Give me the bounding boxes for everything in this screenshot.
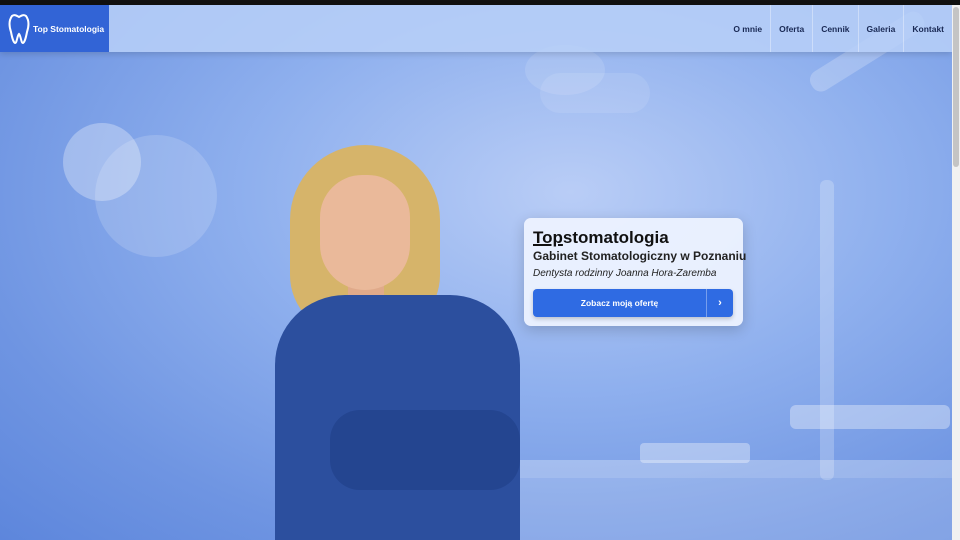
nav-link-o-mnie[interactable]: O mnie: [725, 5, 770, 52]
hero-title-rest: stomatologia: [562, 228, 669, 247]
nav-links: O mnie Oferta Cennik Galeria Kontakt: [725, 5, 952, 52]
hero-dentist-name: Dentysta rodzinny Joanna Hora-Zaremba: [533, 268, 717, 279]
navbar: Top Stomatologia O mnie Oferta Cennik Ga…: [0, 5, 952, 52]
hero-section: [0, 5, 952, 540]
see-offer-label: Zobacz moją ofertę: [580, 298, 659, 308]
sink: [640, 443, 750, 463]
logo-link[interactable]: Top Stomatologia: [0, 5, 109, 52]
hero-card: Topstomatologia Gabinet Stomatologiczny …: [524, 218, 747, 326]
page-scrollbar[interactable]: [952, 5, 960, 540]
cabinet: [480, 478, 952, 540]
nav-link-galeria[interactable]: Galeria: [857, 5, 904, 52]
scrollbar-thumb[interactable]: [953, 7, 959, 167]
ceiling-lamp: [540, 73, 650, 113]
dentist-crossed-arms: [330, 410, 520, 490]
dental-chair-pole: [820, 180, 834, 480]
hero-subtitle: Gabinet Stomatologiczny w Poznaniu: [533, 249, 747, 263]
dentist-face: [320, 175, 410, 290]
hero-title: Topstomatologia: [533, 228, 669, 248]
nav-link-oferta[interactable]: Oferta: [770, 5, 812, 52]
instrument-tray: [790, 405, 950, 429]
nav-link-kontakt[interactable]: Kontakt: [903, 5, 952, 52]
dentist-photo: [270, 145, 530, 540]
nav-link-cennik[interactable]: Cennik: [812, 5, 857, 52]
hero-title-underlined: Top: [533, 228, 563, 247]
logo-text: Top Stomatologia: [33, 23, 105, 34]
bokeh-light: [95, 135, 217, 257]
see-offer-button[interactable]: Zobacz moją ofertę ›: [533, 289, 733, 317]
chevron-right-icon: ›: [706, 289, 733, 317]
tooth-icon: [8, 12, 30, 46]
